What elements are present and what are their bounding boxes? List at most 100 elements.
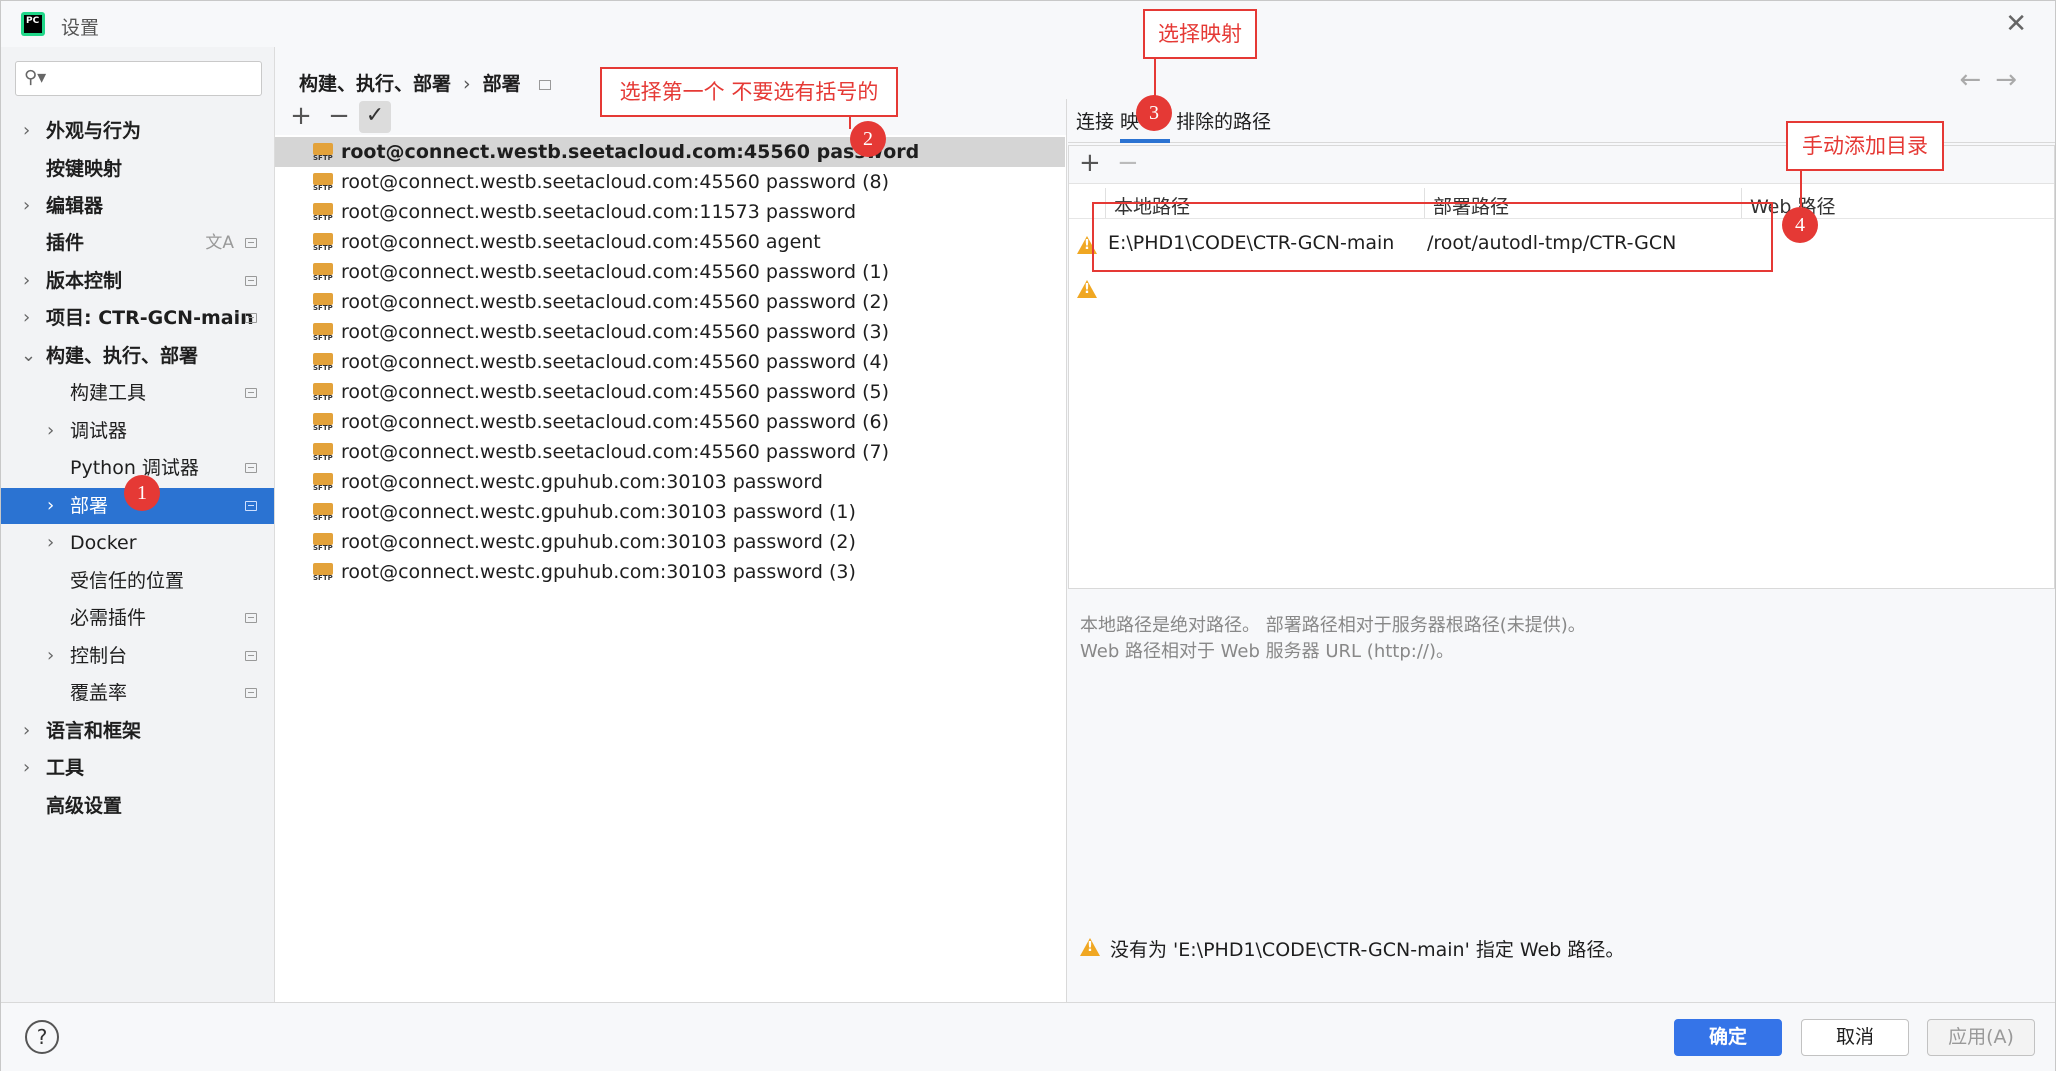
annotation-connector — [1154, 59, 1156, 97]
sidebar-item-coverage[interactable]: 覆盖率 — [1, 675, 274, 711]
warning-icon — [1077, 280, 1097, 298]
sftp-tag: SFTP — [313, 334, 333, 342]
server-list-item[interactable]: SFTP root@connect.westc.gpuhub.com:30103 … — [275, 557, 1065, 587]
sftp-tag: SFTP — [313, 304, 333, 312]
sftp-tag: SFTP — [313, 364, 333, 372]
warning-icon — [1080, 938, 1100, 956]
project-scope-icon — [245, 688, 257, 698]
project-scope-icon — [245, 238, 257, 248]
sidebar-item-build-exec-deploy[interactable]: ⌄ 构建、执行、部署 — [1, 338, 274, 374]
chevron-right-icon: › — [23, 270, 31, 291]
annotation-connector — [849, 117, 851, 129]
server-list-item[interactable]: SFTP root@connect.westb.seetacloud.com:45… — [275, 317, 1065, 347]
server-list-item[interactable]: SFTP root@connect.westb.seetacloud.com:45… — [275, 167, 1065, 197]
sftp-tag: SFTP — [313, 424, 333, 432]
history-nav: ←→ — [1959, 65, 2031, 95]
sidebar-item-trusted-locations[interactable]: 受信任的位置 — [1, 563, 274, 599]
cancel-button[interactable]: 取消 — [1801, 1019, 1909, 1056]
sidebar-item-required-plugins[interactable]: 必需插件 — [1, 600, 274, 636]
server-name: root@connect.westb.seetacloud.com:45560 … — [341, 381, 890, 403]
sidebar-item-keymap[interactable]: 按键映射 — [1, 151, 274, 187]
server-list-item[interactable]: SFTP root@connect.westb.seetacloud.com:45… — [275, 227, 1065, 257]
title-bar: PC 设置 ✕ — [1, 1, 2055, 47]
server-name: root@connect.westb.seetacloud.com:45560 … — [341, 231, 821, 253]
server-list-item[interactable]: SFTP root@connect.westb.seetacloud.com:11… — [275, 197, 1065, 227]
project-scope-icon — [245, 501, 257, 511]
sidebar-item-tools[interactable]: › 工具 — [1, 750, 274, 786]
back-arrow-icon[interactable]: ← — [1959, 65, 1995, 95]
add-server-button[interactable]: + — [285, 101, 317, 133]
sidebar-item-plugins[interactable]: 插件 文A — [1, 225, 274, 261]
chevron-right-icon: › — [47, 645, 55, 666]
server-list-item[interactable]: SFTP root@connect.westb.seetacloud.com:45… — [275, 407, 1065, 437]
server-name: root@connect.westb.seetacloud.com:45560 … — [341, 141, 920, 163]
remove-mapping-button[interactable]: − — [1117, 148, 1139, 178]
close-icon[interactable]: ✕ — [2005, 9, 2027, 39]
sidebar-item-console[interactable]: › 控制台 — [1, 638, 274, 674]
server-name: root@connect.westb.seetacloud.com:45560 … — [341, 351, 890, 373]
chevron-right-icon: › — [47, 495, 55, 516]
tab-connection[interactable]: 连接 — [1076, 107, 1114, 134]
breadcrumb: 构建、执行、部署 › 部署 — [299, 69, 551, 96]
help-button[interactable]: ? — [25, 1020, 59, 1054]
project-scope-icon — [245, 313, 257, 323]
sidebar-item-appearance[interactable]: › 外观与行为 — [1, 113, 274, 149]
tab-excluded-paths[interactable]: 排除的路径 — [1176, 107, 1271, 134]
help-text-line2: Web 路径相对于 Web 服务器 URL (http://)。 — [1080, 641, 1454, 662]
project-scope-icon — [245, 388, 257, 398]
sftp-server-icon: SFTP — [313, 471, 335, 493]
server-list-item[interactable]: SFTP root@connect.westb.seetacloud.com:45… — [275, 287, 1065, 317]
settings-window: PC 设置 ✕ ⚲▾ › 外观与行为 按键映射 › 编辑器 插件 文A › 版本… — [0, 0, 2056, 1071]
apply-button[interactable]: 应用(A) — [1927, 1019, 2035, 1056]
active-tab-indicator — [1120, 139, 1170, 143]
search-icon: ⚲▾ — [24, 67, 47, 88]
breadcrumb-current: 部署 — [482, 73, 521, 95]
sidebar-item-project[interactable]: › 项目: CTR-GCN-main — [1, 300, 274, 336]
search-input[interactable]: ⚲▾ — [15, 61, 262, 96]
server-list-item[interactable]: SFTP root@connect.westc.gpuhub.com:30103 … — [275, 497, 1065, 527]
server-list-item[interactable]: SFTP root@connect.westb.seetacloud.com:45… — [275, 437, 1065, 467]
server-list-item[interactable]: SFTP root@connect.westb.seetacloud.com:45… — [275, 377, 1065, 407]
sftp-tag: SFTP — [313, 274, 333, 282]
sftp-server-icon: SFTP — [313, 261, 335, 283]
settings-sidebar: ⚲▾ › 外观与行为 按键映射 › 编辑器 插件 文A › 版本控制 › 项目:… — [1, 47, 275, 1002]
server-name: root@connect.westb.seetacloud.com:45560 … — [341, 261, 890, 283]
set-default-button[interactable]: ✓ — [359, 101, 391, 133]
sftp-tag: SFTP — [313, 214, 333, 222]
sftp-server-icon: SFTP — [313, 411, 335, 433]
pycharm-icon: PC — [21, 12, 45, 36]
server-list-item[interactable]: SFTP root@connect.westb.seetacloud.com:45… — [275, 257, 1065, 287]
sidebar-item-docker[interactable]: › Docker — [1, 525, 274, 561]
add-mapping-button[interactable]: + — [1079, 148, 1101, 178]
server-name: root@connect.westc.gpuhub.com:30103 pass… — [341, 561, 856, 583]
server-list-item[interactable]: SFTP root@connect.westc.gpuhub.com:30103 … — [275, 527, 1065, 557]
remove-server-button[interactable]: − — [323, 101, 355, 133]
sftp-tag: SFTP — [313, 454, 333, 462]
server-list-item[interactable]: SFTP root@connect.westb.seetacloud.com:45… — [275, 137, 1065, 167]
sftp-server-icon: SFTP — [313, 351, 335, 373]
annotation-step-2: 2 — [850, 121, 886, 157]
sftp-tag: SFTP — [313, 544, 333, 552]
breadcrumb-separator: › — [463, 73, 471, 95]
sftp-server-icon: SFTP — [313, 501, 335, 523]
breadcrumb-parent[interactable]: 构建、执行、部署 — [299, 73, 451, 95]
ok-button[interactable]: 确定 — [1674, 1019, 1782, 1056]
sidebar-item-advanced[interactable]: 高级设置 — [1, 788, 274, 824]
sftp-tag: SFTP — [313, 154, 333, 162]
project-scope-icon — [245, 613, 257, 623]
annotation-connector — [1800, 171, 1802, 207]
sftp-server-icon: SFTP — [313, 381, 335, 403]
sftp-server-icon: SFTP — [313, 231, 335, 253]
sidebar-item-debugger[interactable]: › 调试器 — [1, 413, 274, 449]
sidebar-item-languages[interactable]: › 语言和框架 — [1, 713, 274, 749]
sidebar-item-editor[interactable]: › 编辑器 — [1, 188, 274, 224]
server-name: root@connect.westb.seetacloud.com:11573 … — [341, 201, 857, 223]
sidebar-item-build-tools[interactable]: 构建工具 — [1, 375, 274, 411]
chevron-right-icon: › — [23, 307, 31, 328]
chevron-right-icon: › — [23, 720, 31, 741]
server-name: root@connect.westb.seetacloud.com:45560 … — [341, 291, 890, 313]
sidebar-item-vcs[interactable]: › 版本控制 — [1, 263, 274, 299]
server-list-item[interactable]: SFTP root@connect.westc.gpuhub.com:30103 … — [275, 467, 1065, 497]
forward-arrow-icon[interactable]: → — [1995, 65, 2031, 95]
server-list-item[interactable]: SFTP root@connect.westb.seetacloud.com:45… — [275, 347, 1065, 377]
